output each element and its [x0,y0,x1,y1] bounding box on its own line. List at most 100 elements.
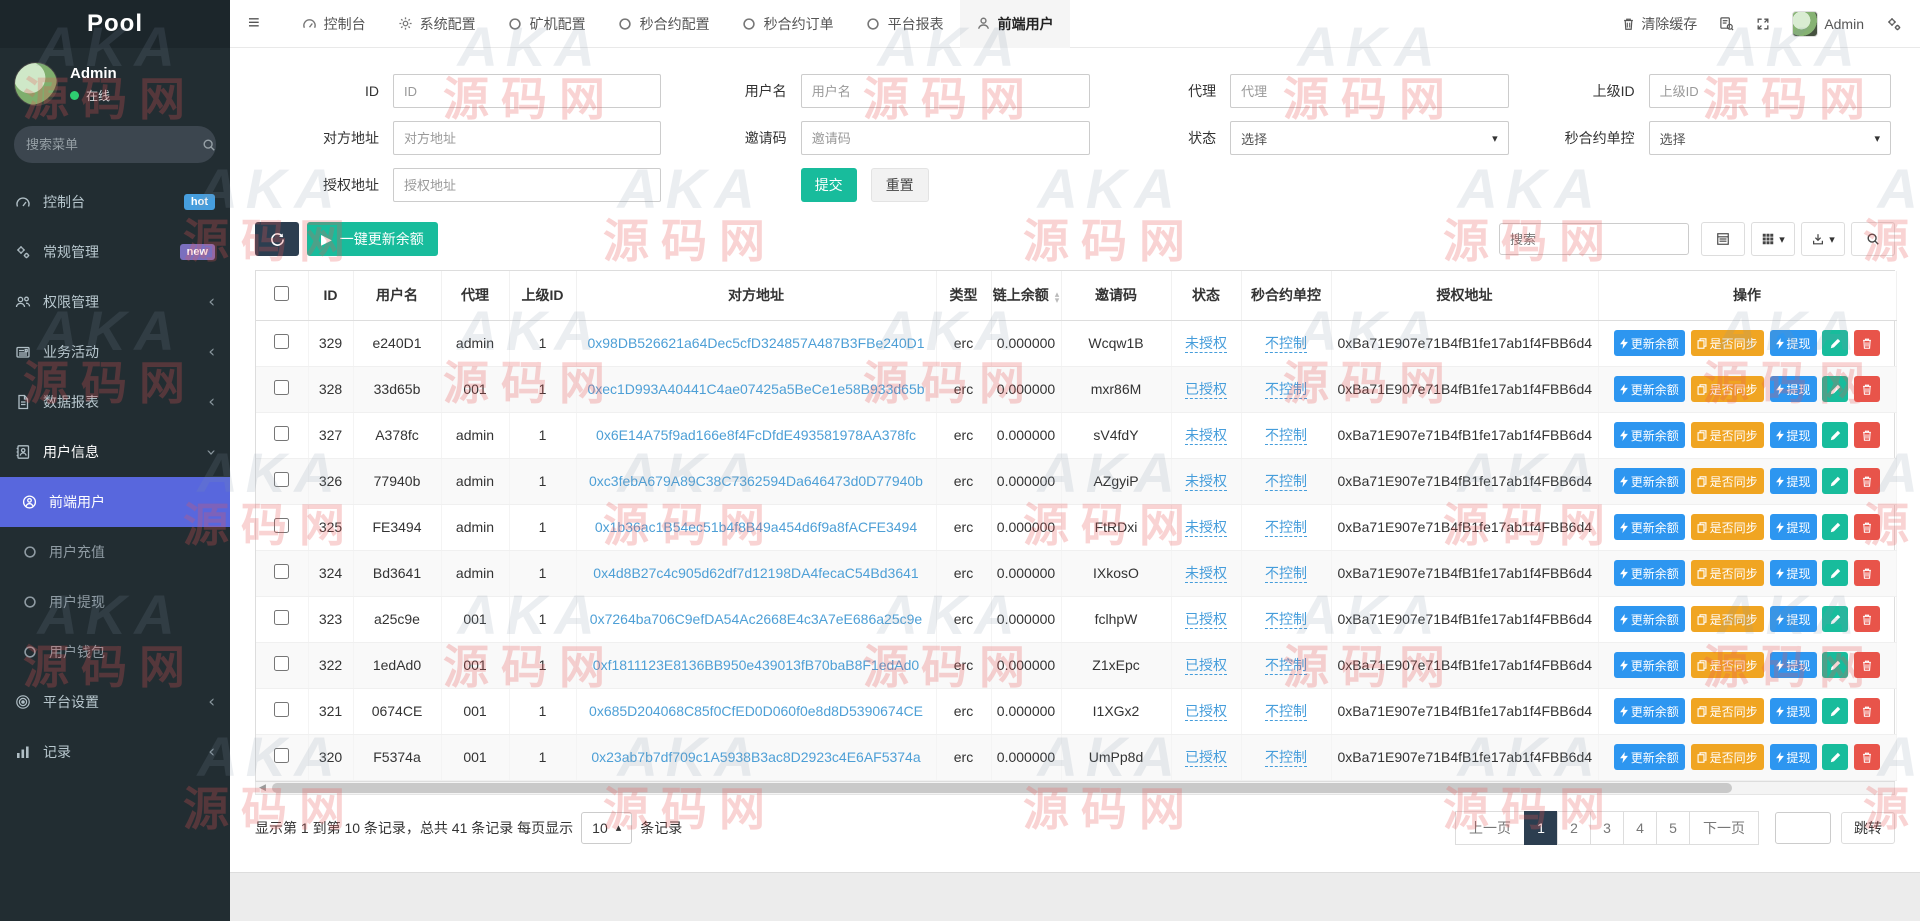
filter-username-input[interactable] [800,74,1091,108]
sidebar-item-reports[interactable]: 数据报表 ‹ [0,377,230,427]
row-checkbox[interactable] [274,702,290,717]
delete-button[interactable] [1854,652,1881,678]
status-editable[interactable]: 已授权 [1185,703,1227,721]
sidebar-subitem-user-wallet[interactable]: 用户钱包 [0,627,230,677]
withdraw-button[interactable]: 提现 [1769,468,1817,494]
edit-button[interactable] [1822,652,1849,678]
control-editable[interactable]: 不控制 [1265,335,1307,353]
sidebar-item-user-info[interactable]: 用户信息 ‹ [0,427,230,477]
toggle-view-button[interactable] [1701,222,1745,256]
edit-button[interactable] [1822,698,1849,724]
jump-page-input[interactable] [1775,811,1831,844]
address-link[interactable]: 0xc3febA679A89C38C7362594Da646473d0D7794… [589,473,923,489]
delete-button[interactable] [1854,514,1881,540]
withdraw-button[interactable]: 提现 [1769,330,1817,356]
row-checkbox[interactable] [274,472,290,487]
sidebar-item-platform-settings[interactable]: 平台设置 ‹ [0,677,230,727]
update-all-balance-button[interactable]: ▶ 一键更新余额 [307,222,438,256]
filter-parent-id-input[interactable] [1648,74,1891,108]
withdraw-button[interactable]: 提现 [1769,514,1817,540]
control-editable[interactable]: 不控制 [1265,565,1307,583]
status-editable[interactable]: 已授权 [1185,749,1227,767]
control-editable[interactable]: 不控制 [1265,749,1307,767]
clear-cache-button[interactable]: 清除缓存 [1622,14,1697,34]
tab-miner-config[interactable]: 矿机配置 [492,0,602,48]
filter-control-select[interactable]: 选择 ▾ [1648,121,1891,155]
sync-toggle-button[interactable]: 是否同步 [1690,744,1764,770]
delete-button[interactable] [1854,376,1881,402]
tab-dashboard[interactable]: 控制台 [286,0,382,48]
edit-button[interactable] [1822,422,1849,448]
update-balance-button[interactable]: 更新余额 [1613,422,1685,448]
control-editable[interactable]: 不控制 [1265,703,1307,721]
row-checkbox[interactable] [274,334,290,349]
sidebar-item-business[interactable]: 业务活动 ‹ [0,327,230,377]
sidebar-subitem-user-withdraw[interactable]: 用户提现 [0,577,230,627]
delete-button[interactable] [1854,422,1881,448]
sidebar-search-input[interactable] [26,137,202,152]
edit-button[interactable] [1822,468,1849,494]
sync-toggle-button[interactable]: 是否同步 [1690,468,1764,494]
edit-button[interactable] [1822,560,1849,586]
user-avatar[interactable] [14,62,58,106]
edit-button[interactable] [1822,606,1849,632]
fullscreen-icon[interactable] [1756,17,1770,31]
filter-auth-address-input[interactable] [393,168,661,202]
row-checkbox[interactable] [274,426,290,441]
edit-button[interactable] [1822,376,1849,402]
jump-button[interactable]: 跳转 [1841,811,1895,844]
status-editable[interactable]: 已授权 [1185,381,1227,399]
sync-toggle-button[interactable]: 是否同步 [1690,514,1764,540]
delete-button[interactable] [1854,744,1881,770]
status-editable[interactable]: 未授权 [1185,335,1227,353]
filter-id-input[interactable] [393,74,661,108]
control-editable[interactable]: 不控制 [1265,473,1307,491]
tab-seconds-contract-orders[interactable]: 秒合约订单 [726,0,850,48]
withdraw-button[interactable]: 提现 [1769,606,1817,632]
delete-button[interactable] [1854,560,1881,586]
update-balance-button[interactable]: 更新余额 [1613,744,1685,770]
sidebar-subitem-user-recharge[interactable]: 用户充值 [0,527,230,577]
withdraw-button[interactable]: 提现 [1769,698,1817,724]
control-editable[interactable]: 不控制 [1265,519,1307,537]
withdraw-button[interactable]: 提现 [1769,422,1817,448]
address-link[interactable]: 0x685D204068C85f0CfED0D060f0e8d8D5390674… [589,703,923,719]
prev-page-button[interactable]: 上一页 [1455,810,1525,845]
delete-button[interactable] [1854,468,1881,494]
control-editable[interactable]: 不控制 [1265,381,1307,399]
withdraw-button[interactable]: 提现 [1769,560,1817,586]
export-button[interactable]: ▾ [1801,222,1845,256]
control-editable[interactable]: 不控制 [1265,611,1307,629]
edit-button[interactable] [1822,744,1849,770]
reset-button[interactable]: 重置 [870,168,929,202]
row-checkbox[interactable] [274,518,290,533]
next-page-button[interactable]: 下一页 [1689,810,1759,845]
row-checkbox[interactable] [274,656,290,671]
delete-button[interactable] [1854,698,1881,724]
tab-frontend-users[interactable]: 前端用户 [959,0,1070,48]
page-number-button[interactable]: 2 [1557,810,1591,845]
sidebar-item-dashboard[interactable]: 控制台 hot [0,177,230,227]
fullscreen-table-button[interactable] [1851,222,1895,256]
filter-status-select[interactable]: 选择 ▾ [1230,121,1509,155]
tab-seconds-contract-config[interactable]: 秒合约配置 [602,0,726,48]
page-number-button[interactable]: 5 [1656,810,1690,845]
withdraw-button[interactable]: 提现 [1769,744,1817,770]
page-number-button[interactable]: 1 [1524,810,1558,845]
address-link[interactable]: 0x7264ba706C9efDA54Ac2668E4c3A7eE686a25c… [590,611,922,627]
sidebar-item-records[interactable]: 记录 ‹ [0,727,230,777]
edit-button[interactable] [1822,514,1849,540]
settings-gears-icon[interactable] [1886,16,1902,32]
filter-address-input[interactable] [393,121,661,155]
scrollbar-handle[interactable] [272,782,1732,793]
page-number-button[interactable]: 3 [1590,810,1624,845]
address-link[interactable]: 0x98DB526621a64Dec5cfD324857A487B3FBe240… [587,335,924,351]
sidebar-item-permissions[interactable]: 权限管理 ‹ [0,277,230,327]
update-balance-button[interactable]: 更新余额 [1613,468,1685,494]
update-balance-button[interactable]: 更新余额 [1613,698,1685,724]
status-editable[interactable]: 未授权 [1185,565,1227,583]
withdraw-button[interactable]: 提现 [1769,652,1817,678]
navbar-user[interactable]: Admin [1792,10,1864,37]
address-link[interactable]: 0xf1811123E8136BB950e439013fB70baB8F1edA… [593,657,919,673]
scroll-left-arrow-icon[interactable]: ◀ [259,782,266,794]
